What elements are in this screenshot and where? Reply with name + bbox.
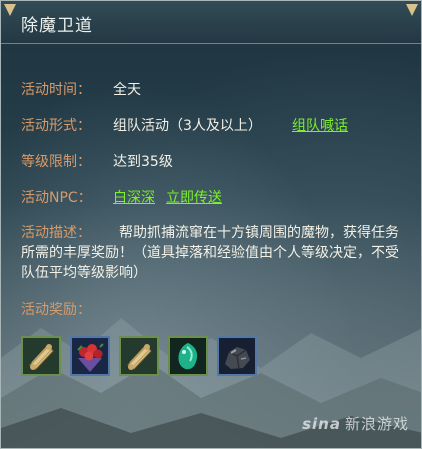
sina-games-watermark: sina 新浪游戏 xyxy=(302,413,409,434)
activity-reward-label: 活动奖励： xyxy=(21,302,91,318)
npc-name-link[interactable]: 白深深 xyxy=(113,187,155,207)
jade-gem-icon xyxy=(170,338,206,374)
watermark-brand: sina xyxy=(302,415,341,433)
activity-form-label: 活动形式： xyxy=(21,118,91,134)
reward-slot-1[interactable] xyxy=(21,336,61,376)
activity-time-label: 活动时间： xyxy=(21,82,91,98)
ore-stone-icon xyxy=(219,338,255,374)
activity-description: 活动描述： 帮助抓捕流窜在十方镇周围的魔物，获得任务所需的丰厚奖励！（道具掉落和经… xyxy=(21,223,406,283)
reward-slot-5[interactable] xyxy=(217,336,257,376)
watermark-text: 新浪游戏 xyxy=(344,415,409,433)
level-limit-value: 达到35级 xyxy=(113,154,173,170)
reward-slot-2[interactable] xyxy=(70,336,110,376)
activity-time-value: 全天 xyxy=(113,82,141,98)
title-bar: 除魔卫道 xyxy=(1,1,421,44)
activity-npc-label: 活动NPC： xyxy=(21,190,92,206)
corner-ornament-icon xyxy=(406,4,418,16)
activity-form-row: 活动形式： 组队活动（3人及以上） 组队喊话 xyxy=(21,115,348,135)
scroll-icon xyxy=(121,338,157,374)
activity-npc-row: 活动NPC： 白深深 立即传送 xyxy=(21,187,222,207)
window-title: 除魔卫道 xyxy=(21,16,93,36)
activity-info-panel: 除魔卫道 活动时间： 全天 活动形式： 组队活动（3人及以上） 组队喊话 等级限… xyxy=(0,0,422,449)
team-shout-link[interactable]: 组队喊话 xyxy=(292,115,348,135)
activity-description-label: 活动描述： xyxy=(21,225,91,241)
reward-slot-4[interactable] xyxy=(168,336,208,376)
scroll-icon xyxy=(23,338,59,374)
level-limit-label: 等级限制： xyxy=(21,154,91,170)
level-limit-row: 等级限制： 达到35级 xyxy=(21,151,173,171)
activity-time-row: 活动时间： 全天 xyxy=(21,79,141,99)
flower-bouquet-icon xyxy=(72,338,108,374)
activity-form-value: 组队活动（3人及以上） xyxy=(113,118,262,134)
teleport-link[interactable]: 立即传送 xyxy=(166,187,222,207)
activity-reward-row: 活动奖励： xyxy=(21,299,91,319)
reward-slot-3[interactable] xyxy=(119,336,159,376)
corner-ornament-icon xyxy=(4,4,16,16)
